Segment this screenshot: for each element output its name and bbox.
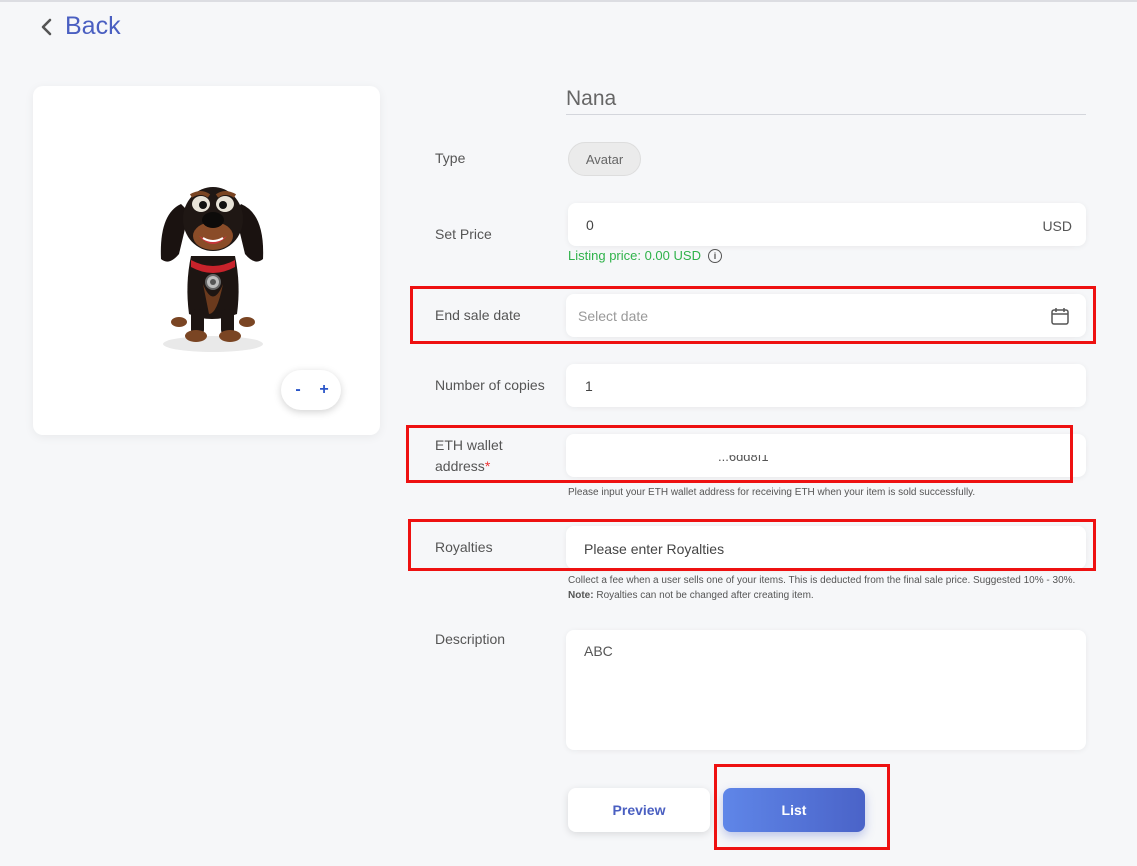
note-label: Note: — [568, 590, 594, 601]
zoom-control: - + — [281, 370, 341, 410]
description-value: ABC — [584, 643, 613, 659]
currency-unit: USD — [1042, 218, 1072, 234]
royalties-note: Note: Royalties can not be changed after… — [568, 589, 814, 603]
top-divider — [0, 0, 1137, 2]
list-button[interactable]: List — [723, 788, 865, 832]
royalties-label: Royalties — [435, 539, 493, 555]
wallet-label-line2: address — [435, 458, 485, 474]
info-icon[interactable]: i — [707, 248, 722, 263]
calendar-icon[interactable] — [1050, 306, 1070, 326]
description-textarea[interactable]: ABC — [566, 630, 1086, 750]
avatar-preview-card: - + — [33, 86, 380, 435]
copies-input[interactable]: 1 — [566, 364, 1086, 407]
zoom-in-button[interactable]: + — [313, 381, 335, 399]
chevron-left-icon — [41, 18, 52, 35]
zoom-out-button[interactable]: - — [287, 381, 309, 399]
listing-price-text: Listing price: 0.00 USD — [568, 248, 701, 263]
price-input[interactable]: 0 USD — [568, 203, 1086, 246]
royalties-input[interactable]: Please enter Royalties — [566, 526, 1086, 569]
back-label: Back — [65, 12, 121, 40]
royalties-placeholder: Please enter Royalties — [584, 541, 725, 557]
item-name-field[interactable]: Nana — [566, 84, 1086, 115]
date-placeholder: Select date — [578, 308, 649, 324]
wallet-value: ...6dd8f1 — [718, 449, 769, 464]
preview-button[interactable]: Preview — [568, 788, 710, 832]
wallet-label: ETH wallet address* — [435, 435, 503, 477]
end-sale-date-picker[interactable]: Select date — [566, 294, 1086, 337]
type-badge: Avatar — [568, 142, 641, 176]
copies-label: Number of copies — [435, 377, 545, 393]
description-label: Description — [435, 631, 506, 647]
avatar-3d-model[interactable] — [151, 174, 271, 374]
back-button[interactable]: Back — [38, 12, 121, 41]
copies-value: 1 — [585, 378, 593, 394]
note-text: Royalties can not be changed after creat… — [593, 590, 814, 601]
listing-price: Listing price: 0.00 USD i — [568, 248, 722, 263]
eth-wallet-input[interactable]: ...6dd8f1 — [566, 434, 1086, 477]
set-price-label: Set Price — [435, 226, 492, 242]
price-value: 0 — [586, 217, 594, 233]
wallet-label-line1: ETH wallet — [435, 437, 503, 453]
royalties-hint: Collect a fee when a user sells one of y… — [568, 575, 1076, 586]
required-mark: * — [484, 458, 491, 474]
end-sale-date-label: End sale date — [435, 307, 521, 323]
type-label: Type — [435, 150, 466, 166]
wallet-hint: Please input your ETH wallet address for… — [568, 487, 976, 498]
